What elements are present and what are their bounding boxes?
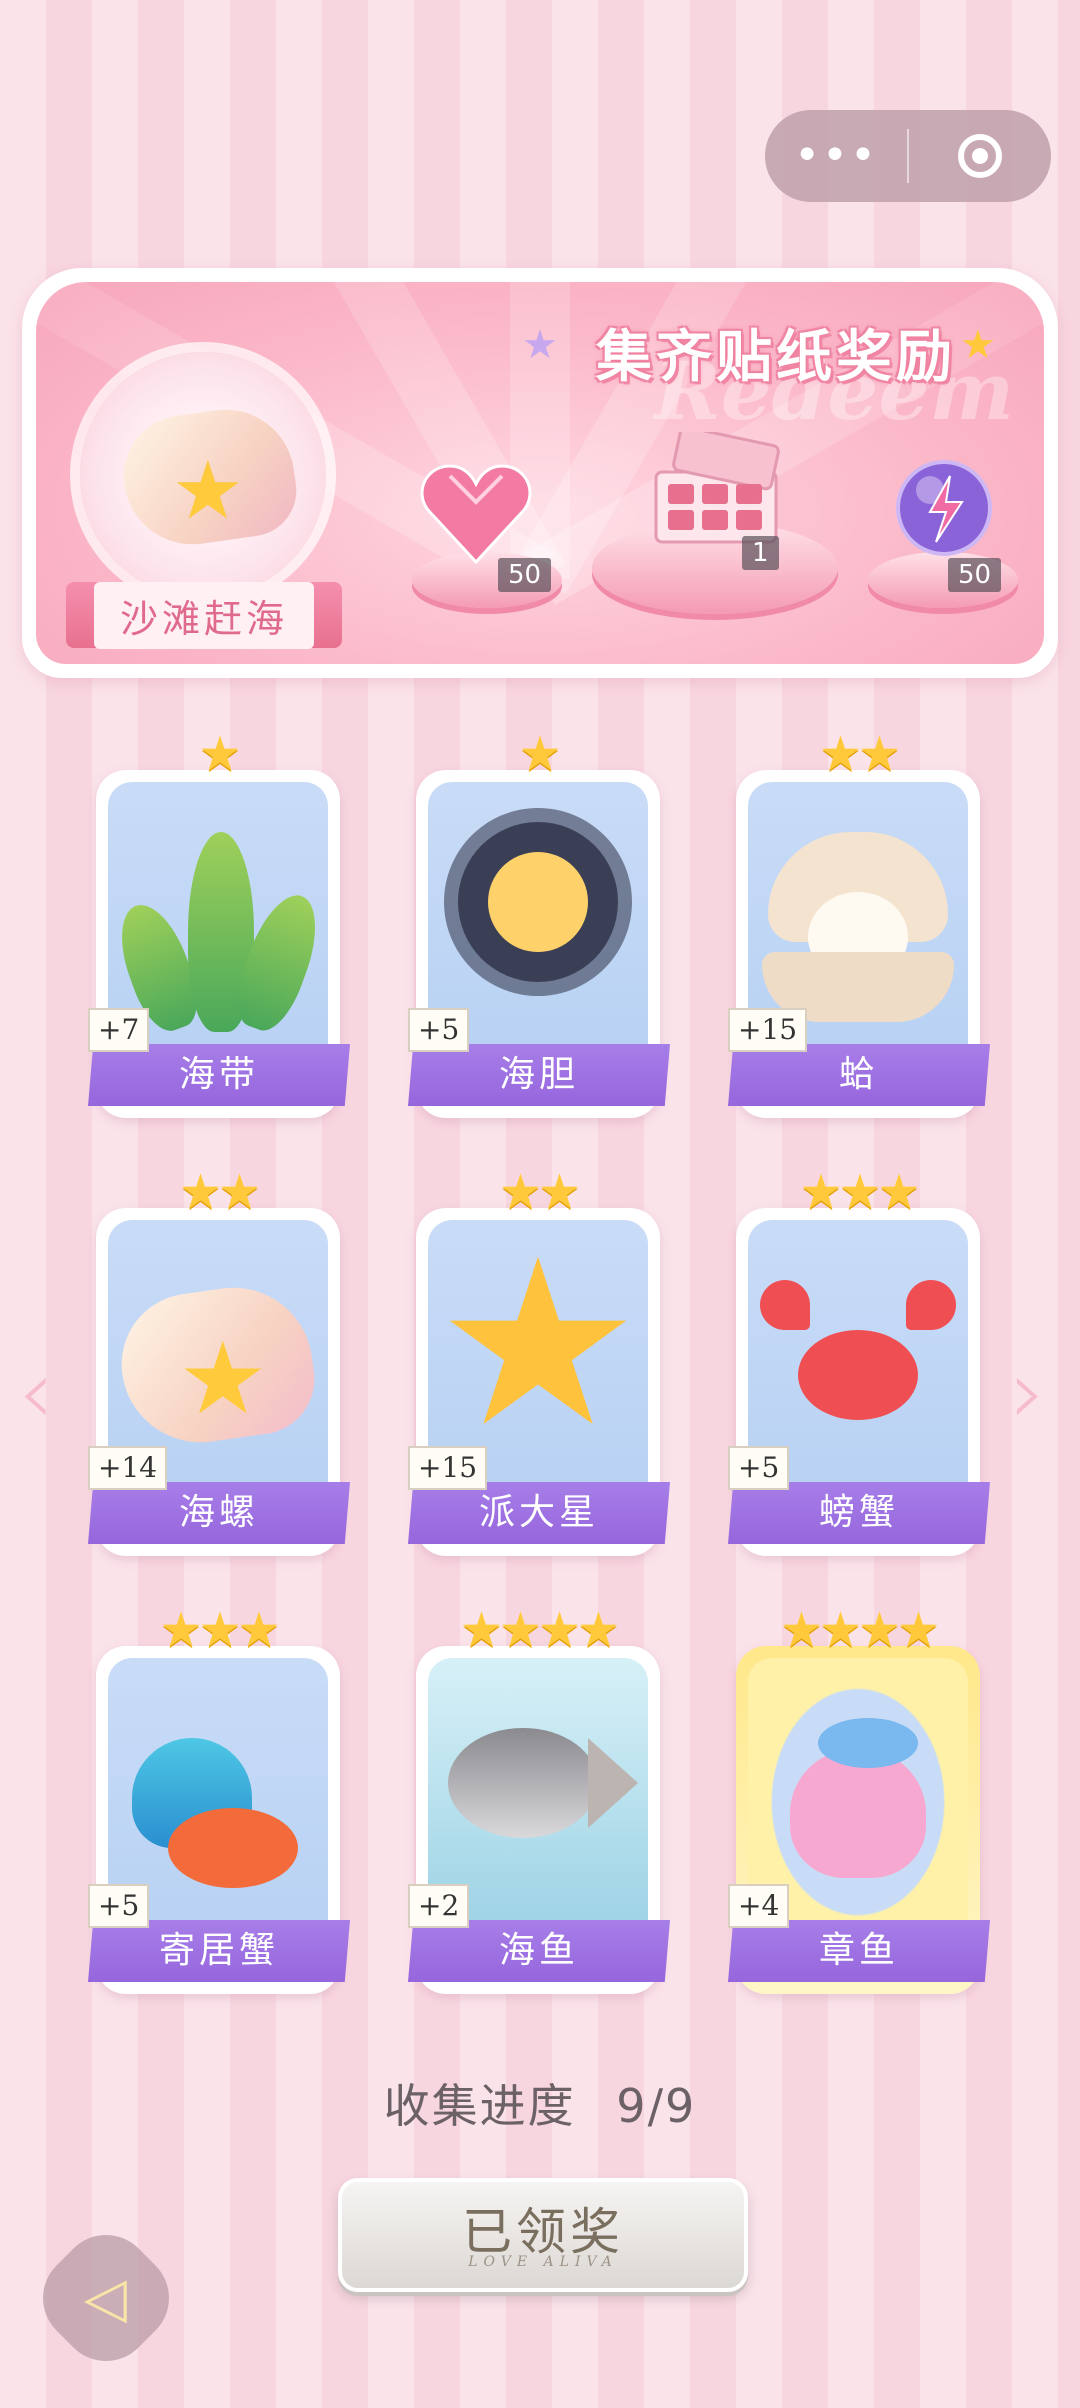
- more-dots-icon[interactable]: •••: [765, 110, 907, 202]
- claimed-sublabel: LOVE ALIVA: [468, 2254, 618, 2270]
- fish-icon: [428, 1658, 648, 1920]
- close-target-button[interactable]: [909, 134, 1051, 178]
- rarity-stars: ★★★★: [779, 1602, 940, 1658]
- reward-banner: Redeem ★ ★ 集齐贴纸奖励 ★ 沙滩赶海 50 1 50: [22, 268, 1058, 678]
- octopus-icon: [748, 1658, 968, 1920]
- banner-background: Redeem ★ ★ 集齐贴纸奖励 ★ 沙滩赶海 50 1 50: [36, 282, 1044, 664]
- back-arrow-icon: ◁: [84, 2265, 128, 2331]
- card-count: +15: [728, 1008, 808, 1052]
- reward-count: 50: [948, 558, 1002, 592]
- card-name: 海鱼: [408, 1920, 670, 1982]
- sea-urchin-icon: [428, 782, 648, 1044]
- star-icon: ★: [172, 444, 244, 537]
- card-count: +2: [408, 1884, 470, 1928]
- gold-star-icon: ★: [960, 322, 996, 368]
- scene-ribbon: 沙滩赶海: [66, 581, 342, 649]
- card-count: +15: [408, 1446, 488, 1490]
- card-count: +5: [408, 1008, 470, 1052]
- rarity-stars: ★★: [818, 726, 901, 782]
- starfish-icon: ★: [428, 1220, 648, 1482]
- crab-icon: [748, 1220, 968, 1482]
- conch-icon: ★: [108, 1220, 328, 1482]
- card-count: +4: [728, 1884, 790, 1928]
- scene-label: 沙滩赶海: [93, 581, 314, 649]
- pink-heart-gem-icon: [420, 462, 532, 570]
- kelp-icon: [108, 782, 328, 1044]
- rarity-stars: ★★★: [799, 1164, 920, 1220]
- card-count: +7: [88, 1008, 150, 1052]
- hermit-crab-icon: [108, 1658, 328, 1920]
- rarity-stars: ★★: [498, 1164, 581, 1220]
- card-count: +5: [728, 1446, 790, 1490]
- clam-icon: [748, 782, 968, 1044]
- card-name: 海螺: [88, 1482, 350, 1544]
- sticker-card-octopus[interactable]: ★★★★ +4 章鱼: [728, 1602, 990, 1994]
- prev-page-arrow-icon[interactable]: ‹: [18, 1340, 54, 1445]
- card-name: 海胆: [408, 1044, 670, 1106]
- sticker-card-clam[interactable]: ★★ +15 蛤: [728, 726, 990, 1118]
- reward-count: 50: [498, 558, 552, 592]
- next-page-arrow-icon[interactable]: ›: [1010, 1340, 1046, 1445]
- rarity-stars: ★★★★: [459, 1602, 620, 1658]
- reward-count: 1: [742, 536, 779, 570]
- card-name: 寄居蟹: [88, 1920, 350, 1982]
- mini-program-capsule: •••: [765, 110, 1051, 202]
- rarity-stars: ★: [518, 726, 561, 782]
- purple-star-icon: ★: [522, 322, 558, 368]
- card-name: 派大星: [408, 1482, 670, 1544]
- scene-emblem: ★: [80, 352, 326, 598]
- card-name: 章鱼: [728, 1920, 990, 1982]
- sticker-card-starfish[interactable]: ★★ ★ +15 派大星: [408, 1164, 670, 1556]
- banner-title: 集齐贴纸奖励: [596, 325, 956, 390]
- sticker-card-kelp[interactable]: ★ +7 海带: [88, 726, 350, 1118]
- lightning-orb-icon: [894, 458, 994, 562]
- rarity-stars: ★★★: [159, 1602, 280, 1658]
- sticker-card-fish[interactable]: ★★★★ +2 海鱼: [408, 1602, 670, 1994]
- sticker-card-sea-urchin[interactable]: ★ +5 海胆: [408, 726, 670, 1118]
- progress-label: 收集进度: [383, 2079, 576, 2133]
- sticker-card-hermit-crab[interactable]: ★★★ +5 寄居蟹: [88, 1602, 350, 1994]
- rarity-stars: ★: [198, 726, 241, 782]
- rarity-stars: ★★: [178, 1164, 261, 1220]
- collection-progress: 收集进度 9/9: [0, 2070, 1080, 2136]
- target-icon: [958, 134, 1002, 178]
- card-count: +14: [88, 1446, 168, 1490]
- card-name: 螃蟹: [728, 1482, 990, 1544]
- card-count: +5: [88, 1884, 150, 1928]
- sticker-card-crab[interactable]: ★★★ +5 螃蟹: [728, 1164, 990, 1556]
- progress-value: 9/9: [616, 2079, 697, 2133]
- card-name: 海带: [88, 1044, 350, 1106]
- claimed-button[interactable]: 已领奖 LOVE ALIVA: [338, 2178, 748, 2292]
- back-button[interactable]: ◁: [23, 2215, 189, 2381]
- sticker-card-conch[interactable]: ★★ ★ +14 海螺: [88, 1164, 350, 1556]
- card-name: 蛤: [728, 1044, 990, 1106]
